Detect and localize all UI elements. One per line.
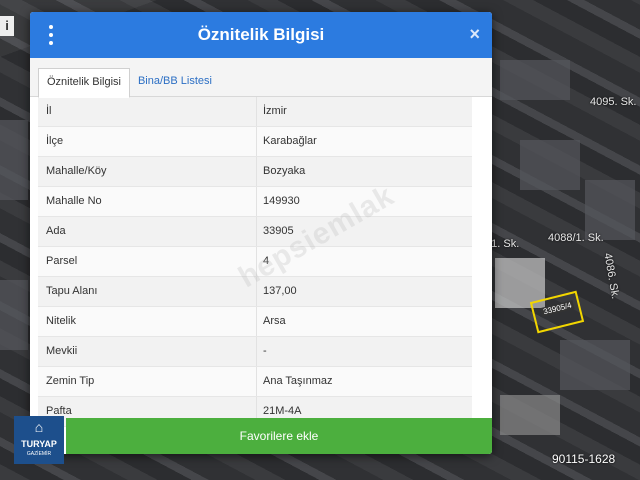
attribute-label: Nitelik [38, 307, 257, 336]
add-to-favorites-button[interactable]: Favorilere ekle [66, 418, 492, 454]
tab-bar: Öznitelik Bilgisi Bina/BB Listesi [30, 58, 492, 98]
attribute-value: Karabağlar [263, 135, 317, 147]
attribute-value: İzmir [263, 105, 287, 117]
attribute-label: Mevkii [38, 337, 257, 366]
attribute-label: Mahalle No [38, 187, 257, 216]
attribute-label: Parsel [38, 247, 257, 276]
info-tab[interactable]: i [0, 16, 14, 36]
attribute-label: İlçe [38, 127, 257, 156]
house-icon: ⌂ [34, 419, 44, 435]
attribute-label: Mahalle/Köy [38, 157, 257, 186]
table-row: İlçe Karabağlar [38, 127, 472, 157]
attribute-label: Tapu Alanı [38, 277, 257, 306]
attribute-label: Zemin Tip [38, 367, 257, 396]
attribute-dialog: Öznitelik Bilgisi × Öznitelik Bilgisi Bi… [30, 12, 492, 454]
attribute-label: İl [38, 97, 257, 126]
attribute-label: Ada [38, 217, 257, 246]
attribute-value: Ana Taşınmaz [263, 375, 333, 387]
dialog-title: Öznitelik Bilgisi [197, 25, 325, 44]
table-row: Mahalle/Köy Bozyaka [38, 157, 472, 187]
table-row: İl İzmir [38, 97, 472, 127]
dialog-header: Öznitelik Bilgisi × [30, 12, 492, 58]
table-row: Nitelik Arsa [38, 307, 472, 337]
reference-code: 90115-1628 [552, 452, 616, 466]
road-label: 4088/1. Sk. [548, 232, 604, 244]
table-row: Ada 33905 [38, 217, 472, 247]
attribute-value: Arsa [263, 315, 286, 327]
table-row: Mevkii - [38, 337, 472, 367]
attribute-value: - [263, 345, 267, 357]
more-vertical-icon[interactable] [46, 25, 56, 45]
logo-name: TURYAP [21, 439, 57, 449]
tab-building-list[interactable]: Bina/BB Listesi [130, 68, 220, 96]
table-row: Zemin Tip Ana Taşınmaz [38, 367, 472, 397]
turyap-logo: ⌂ TURYAP GAZİEMİR [14, 416, 64, 464]
tab-attribute-info[interactable]: Öznitelik Bilgisi [38, 68, 130, 98]
close-icon[interactable]: × [469, 24, 480, 44]
logo-subtitle: GAZİEMİR [26, 451, 52, 457]
road-label: 4095. Sk. [590, 96, 637, 108]
attribute-value: 137,00 [263, 285, 297, 297]
attribute-value: Bozyaka [263, 165, 306, 177]
table-row: Mahalle No 149930 [38, 187, 472, 217]
